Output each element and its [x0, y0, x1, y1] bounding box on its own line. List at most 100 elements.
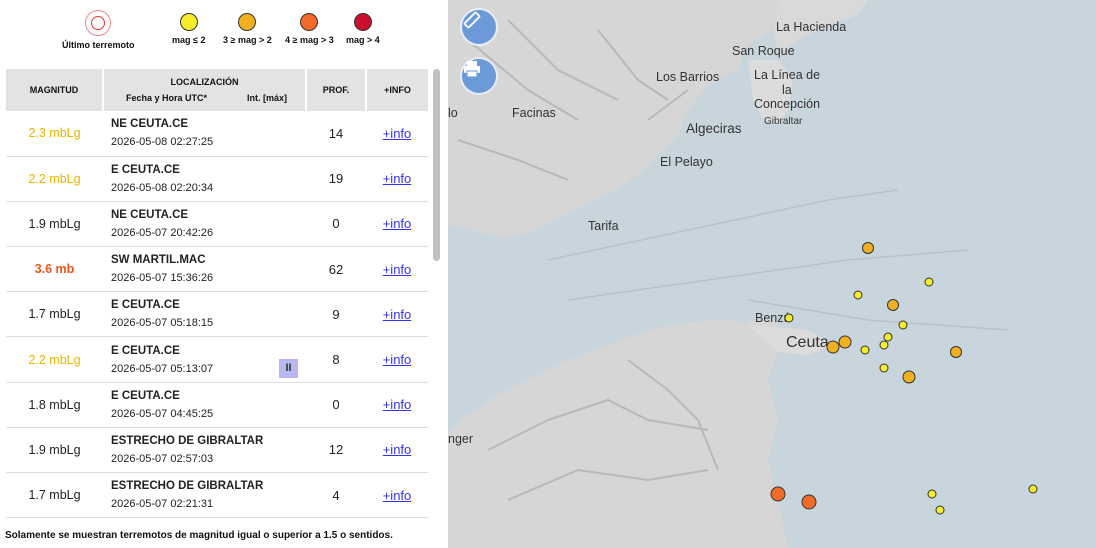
quake-marker[interactable]	[784, 313, 794, 323]
legend-item: mag > 4	[346, 10, 380, 45]
map-label: Algeciras	[686, 121, 742, 136]
magnitude-cell: 1.8 mbLg	[6, 382, 103, 428]
info-link[interactable]: +info	[383, 171, 412, 186]
print-button[interactable]	[460, 57, 498, 95]
magnitude-cell: 1.7 mbLg	[6, 472, 103, 519]
location-header-title: LOCALIZACIÓN	[170, 77, 239, 87]
magnitude-header[interactable]: MAGNITUD	[6, 69, 104, 111]
legend-last-label: Último terremoto	[62, 40, 135, 50]
info-link[interactable]: +info	[383, 126, 412, 141]
map-label: La Hacienda	[776, 20, 847, 34]
location-cell: ESTRECHO DE GIBRALTAR 2026-05-07 02:57:03	[103, 427, 306, 474]
event-datetime: 2026-05-08 02:27:25	[111, 136, 214, 149]
map-view[interactable]: La Hacienda San Roque Los Barrios La Línea …	[448, 0, 1096, 548]
datetime-subheader: Fecha y Hora UTC*	[126, 93, 208, 103]
quake-marker[interactable]	[935, 505, 945, 515]
magnitude-cell: 2.2 mbLg	[6, 156, 103, 202]
info-cell: +info	[366, 201, 428, 248]
magnitude-cell: 1.9 mbLg	[6, 201, 103, 248]
magnitude-cell: 3.6 mb	[6, 246, 103, 293]
location-name: ESTRECHO DE GIBRALTAR	[111, 434, 264, 447]
scrollbar-thumb[interactable]	[433, 69, 440, 261]
table-row[interactable]: 3.6 mb SW MARTIL.MAC 2026-05-07 15:36:26 62…	[6, 246, 428, 293]
location-name: E CEUTA.CE	[111, 389, 180, 402]
last-quake-icon	[85, 10, 112, 36]
map-label: La Línea de	[754, 68, 821, 82]
info-link[interactable]: +info	[383, 307, 412, 322]
info-cell: +info	[366, 336, 428, 383]
quake-marker[interactable]	[924, 277, 934, 287]
info-link[interactable]: +info	[383, 397, 412, 412]
table-row[interactable]: 2.3 mbLg NE CEUTA.CE 2026-05-08 02:27:25 14…	[6, 111, 428, 157]
map-label: nger	[448, 432, 474, 446]
quake-marker[interactable]	[1028, 484, 1038, 494]
quake-marker[interactable]	[853, 290, 863, 300]
legend-label: mag > 4	[346, 35, 380, 45]
info-link[interactable]: +info	[383, 216, 412, 231]
location-name: NE CEUTA.CE	[111, 118, 189, 131]
event-datetime: 2026-05-07 15:36:26	[111, 272, 214, 285]
measure-button[interactable]	[460, 8, 498, 46]
map-label: Concepción	[754, 97, 821, 111]
quake-marker[interactable]	[927, 489, 937, 499]
earthquake-table-container[interactable]: MAGNITUD LOCALIZACIÓN Fecha y Hora UTC* …	[6, 69, 428, 521]
location-cell: E CEUTA.CE 2026-05-07 05:18:15	[103, 291, 306, 338]
depth-cell: 14	[306, 111, 366, 157]
location-name: E CEUTA.CE	[111, 344, 180, 357]
quake-marker[interactable]	[801, 494, 817, 510]
table-row[interactable]: 1.7 mbLg E CEUTA.CE 2026-05-07 05:18:15 9 +i…	[6, 291, 428, 338]
orange-dot-icon	[238, 13, 257, 31]
table-row[interactable]: 1.7 mbLg ESTRECHO DE GIBRALTAR 2026-05-07 …	[6, 472, 428, 519]
info-link[interactable]: +info	[383, 352, 412, 367]
location-cell: E CEUTA.CE 2026-05-08 02:20:34	[103, 156, 306, 202]
quake-marker[interactable]	[898, 320, 908, 330]
map-label: Tarifa	[588, 219, 619, 233]
quake-marker[interactable]	[879, 363, 889, 373]
info-cell: +info	[366, 382, 428, 428]
quake-marker[interactable]	[950, 346, 962, 358]
quake-marker[interactable]	[879, 340, 889, 350]
print-icon	[464, 61, 480, 78]
location-cell: ESTRECHO DE GIBRALTAR 2026-05-07 02:21:31	[103, 472, 306, 519]
table-scrollbar[interactable]	[432, 69, 441, 521]
info-cell: +info	[366, 111, 428, 157]
table-row[interactable]: 2.2 mbLg E CEUTA.CE 2026-05-07 05:13:07 II 8…	[6, 336, 428, 383]
depth-cell: 4	[306, 472, 366, 519]
table-row[interactable]: 1.8 mbLg E CEUTA.CE 2026-05-07 04:45:25 0 +i…	[6, 382, 428, 428]
location-header[interactable]: LOCALIZACIÓN Fecha y Hora UTC* Int. [máx…	[103, 69, 307, 111]
location-name: ESTRECHO DE GIBRALTAR	[111, 480, 264, 493]
table-row[interactable]: 1.9 mbLg NE CEUTA.CE 2026-05-07 20:42:26 0 +…	[6, 201, 428, 248]
table-row[interactable]: 1.9 mbLg ESTRECHO DE GIBRALTAR 2026-05-07 …	[6, 427, 428, 474]
location-name: NE CEUTA.CE	[111, 208, 189, 221]
legend-item: 4 ≥ mag > 3	[285, 10, 334, 45]
quake-marker[interactable]	[770, 486, 786, 502]
footnote: Solamente se muestran terremotos de magn…	[5, 530, 393, 541]
map-label: la	[782, 83, 792, 97]
info-link[interactable]: +info	[383, 488, 412, 503]
legend-item: 3 ≥ mag > 2	[223, 10, 272, 45]
quake-marker[interactable]	[860, 345, 870, 355]
quake-marker[interactable]	[887, 299, 899, 311]
event-datetime: 2026-05-07 05:13:07	[111, 362, 214, 375]
table-row[interactable]: 2.2 mbLg E CEUTA.CE 2026-05-08 02:20:34 19 +…	[6, 156, 428, 202]
event-datetime: 2026-05-07 04:45:25	[111, 407, 214, 420]
depth-cell: 8	[306, 336, 366, 383]
depth-cell: 0	[306, 382, 366, 428]
info-cell: +info	[366, 246, 428, 293]
quake-marker[interactable]	[838, 335, 852, 349]
depth-cell: 19	[306, 156, 366, 202]
magnitude-cell: 1.9 mbLg	[6, 427, 103, 474]
legend-last-quake: Último terremoto	[62, 10, 135, 50]
info-link[interactable]: +info	[383, 442, 412, 457]
quake-marker[interactable]	[862, 242, 874, 254]
quake-marker[interactable]	[902, 370, 916, 384]
magnitude-cell: 2.2 mbLg	[6, 336, 103, 383]
legend-label: 4 ≥ mag > 3	[285, 35, 334, 45]
map-label: Facinas	[512, 106, 556, 120]
depth-header[interactable]: PROF.	[306, 69, 367, 111]
info-link[interactable]: +info	[383, 262, 412, 277]
map-label: Los Barrios	[656, 70, 720, 84]
location-cell: NE CEUTA.CE 2026-05-07 20:42:26	[103, 201, 306, 248]
earthquake-table: MAGNITUD LOCALIZACIÓN Fecha y Hora UTC* …	[6, 69, 428, 519]
quake-marker[interactable]	[826, 340, 840, 354]
